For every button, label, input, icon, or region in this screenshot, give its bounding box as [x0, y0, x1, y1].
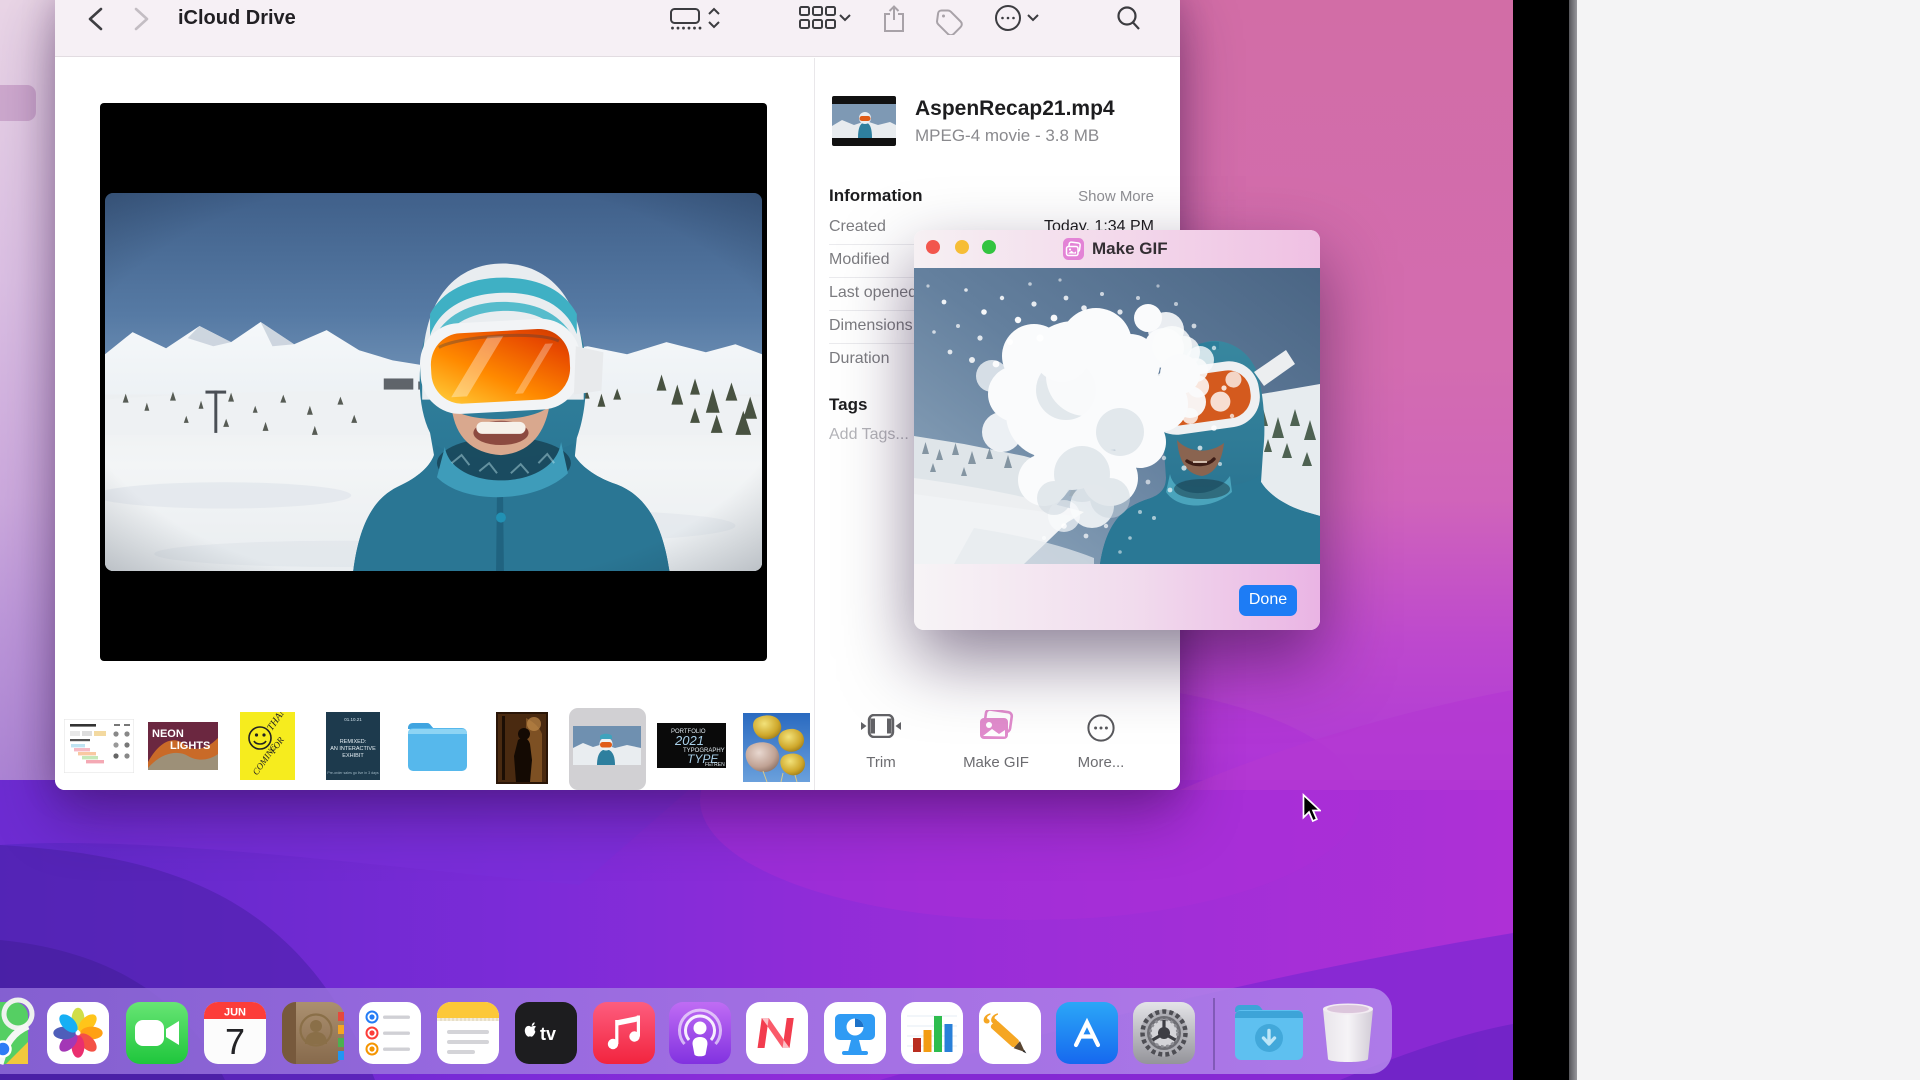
svg-text:NEON: NEON [152, 728, 184, 740]
svg-text:Pre-order sales go live in 3 d: Pre-order sales go live in 3 days [327, 771, 379, 775]
svg-text:7: 7 [225, 1021, 245, 1062]
svg-text:tv: tv [540, 1024, 556, 1044]
svg-text:01.10.21: 01.10.21 [344, 717, 362, 722]
svg-text:AN INTERACTIVE: AN INTERACTIVE [330, 746, 376, 752]
svg-text:FEI REN: FEI REN [705, 762, 725, 768]
svg-text:JUN: JUN [224, 1007, 246, 1019]
svg-text:EXHIBIT: EXHIBIT [342, 753, 364, 759]
svg-text:LIGHTS: LIGHTS [170, 740, 210, 752]
svg-text:2021: 2021 [674, 733, 704, 748]
svg-text:REMIXED:: REMIXED: [340, 739, 367, 745]
